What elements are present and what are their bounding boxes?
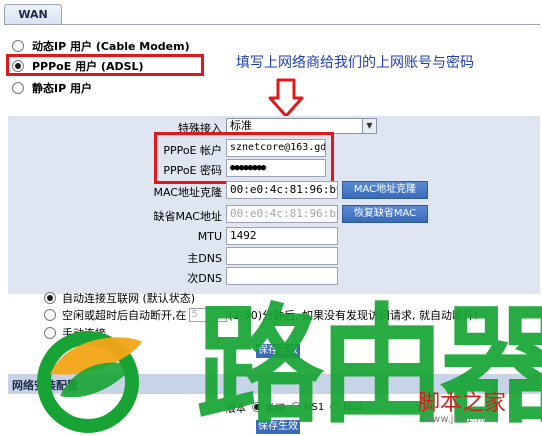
mtu-input[interactable]: 1492 — [226, 227, 338, 245]
idle-disconnect-radio[interactable] — [44, 309, 56, 321]
mtu-label: MTU — [197, 230, 222, 243]
auto-connect-radio[interactable] — [44, 292, 56, 304]
idle-prefix-label: 空闲或超时后自动断开,在 — [62, 309, 187, 322]
highlight-box-credentials — [154, 132, 334, 184]
mac-clone-input[interactable]: 00:e0:4c:81:96:b9 — [226, 181, 338, 199]
special-access-value: 标准 — [230, 119, 252, 132]
tab-wan[interactable]: WAN — [4, 4, 62, 24]
auto-connect-label: 自动连接互联网 (默认状态) — [62, 292, 196, 305]
primary-dns-label: 主DNS — [187, 252, 222, 265]
watermark-url: www.jb51.net — [424, 414, 493, 425]
down-arrow-icon — [268, 78, 304, 118]
mac-clone-label: MAC地址克隆 — [153, 186, 222, 199]
default-mac-input: 00:e0:4c:81:96:b9 — [226, 205, 338, 223]
restore-mac-button[interactable]: 恢复缺省MAC — [342, 205, 428, 223]
primary-dns-input[interactable] — [226, 247, 338, 265]
mac-clone-button[interactable]: MAC地址克隆 — [342, 181, 428, 199]
leaf-logo-icon — [37, 331, 142, 433]
option-auto-connect[interactable]: 自动连接互联网 (默认状态) — [44, 290, 195, 306]
tab-divider — [4, 24, 540, 25]
annotation-text: 填写上网络商给我们的上网账号与密码 — [236, 55, 474, 71]
watermark-subtitle: 脚本之家 — [418, 391, 507, 416]
radio-static-ip[interactable]: 静态IP 用户 — [12, 79, 92, 97]
secondary-dns-label: 次DNS — [187, 272, 222, 285]
chevron-down-icon[interactable]: ▼ — [362, 119, 376, 133]
secondary-dns-input[interactable] — [226, 267, 338, 285]
default-mac-label: 缺省MAC地址 — [153, 210, 222, 223]
highlight-box-pppoe — [6, 54, 204, 76]
radio-static-ip-label: 静态IP 用户 — [32, 82, 92, 95]
radio-dynamic-ip-label: 动态IP 用户 (Cable Modem) — [32, 40, 190, 53]
radio-static-ip-control[interactable] — [12, 82, 24, 94]
radio-dynamic-ip-control[interactable] — [12, 40, 24, 52]
radio-dynamic-ip[interactable]: 动态IP 用户 (Cable Modem) — [12, 37, 190, 55]
